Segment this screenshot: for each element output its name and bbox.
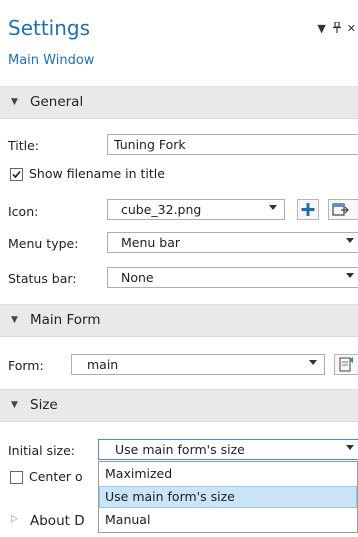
dropdown-arrow-icon[interactable]: ▼ — [317, 22, 327, 35]
menu-type-value: Menu bar — [121, 235, 181, 250]
section-general-label: General — [30, 94, 84, 110]
option-label: Manual — [105, 512, 151, 527]
initial-size-label: Initial size: — [8, 443, 76, 458]
checkmark-icon — [12, 170, 21, 179]
center-checkbox[interactable] — [10, 471, 23, 484]
icon-select-value: cube_32.png — [121, 202, 202, 217]
center-label: Center o — [29, 469, 83, 484]
chevron-down-icon — [346, 238, 354, 243]
chevron-down-icon — [269, 205, 277, 210]
section-general[interactable]: ▼ General — [0, 86, 358, 119]
import-file-icon — [332, 203, 349, 216]
expand-down-icon: ▼ — [11, 97, 18, 107]
option-label: Use main form's size — [105, 489, 235, 504]
expand-right-icon: ▷ — [11, 514, 18, 524]
section-size-label: Size — [30, 397, 58, 413]
section-about-label: About D — [30, 513, 85, 529]
menu-type-label: Menu type: — [8, 236, 79, 251]
chevron-down-icon — [346, 273, 354, 278]
section-main-form[interactable]: ▼ Main Form — [0, 304, 358, 337]
chevron-down-icon — [346, 445, 354, 450]
show-filename-checkbox[interactable] — [10, 168, 23, 181]
section-main-form-label: Main Form — [30, 312, 101, 328]
browse-icon-button[interactable] — [328, 199, 358, 220]
section-size[interactable]: ▼ Size — [0, 389, 358, 422]
show-filename-label: Show filename in title — [29, 166, 165, 181]
option-use-main-form-size[interactable]: Use main form's size — [99, 486, 357, 508]
form-select[interactable]: main — [71, 354, 325, 375]
initial-size-select[interactable]: Use main form's size — [98, 439, 358, 460]
panel-header-controls[interactable]: ▼ ✕ — [317, 21, 358, 35]
add-icon-button[interactable] — [297, 199, 319, 220]
go-to-form-button[interactable] — [334, 354, 358, 375]
icon-label: Icon: — [8, 204, 39, 219]
title-label: Title: — [8, 138, 39, 153]
chevron-down-icon — [309, 360, 317, 365]
option-maximized[interactable]: Maximized — [99, 463, 357, 485]
status-bar-select[interactable]: None — [107, 267, 358, 288]
title-input[interactable]: Tuning Fork — [107, 134, 358, 155]
option-manual[interactable]: Manual — [99, 509, 357, 531]
form-label: Form: — [8, 358, 44, 373]
expand-down-icon: ▼ — [11, 400, 18, 410]
pin-icon[interactable] — [333, 21, 342, 33]
panel-subtitle: Main Window — [8, 53, 95, 68]
status-bar-value: None — [121, 270, 154, 285]
initial-size-dropdown-list[interactable]: Maximized Use main form's size Manual — [98, 461, 358, 533]
expand-down-icon: ▼ — [11, 315, 18, 325]
title-value: Tuning Fork — [114, 137, 186, 152]
menu-type-select[interactable]: Menu bar — [107, 232, 358, 253]
initial-size-value: Use main form's size — [115, 442, 245, 457]
icon-select[interactable]: cube_32.png — [107, 199, 285, 220]
status-bar-label: Status bar: — [8, 271, 77, 286]
plus-icon — [301, 203, 315, 216]
panel-title: Settings — [8, 16, 91, 40]
form-select-value: main — [87, 357, 119, 372]
close-icon[interactable]: ✕ — [347, 22, 358, 35]
go-to-source-icon — [339, 357, 353, 372]
option-label: Maximized — [105, 466, 173, 481]
